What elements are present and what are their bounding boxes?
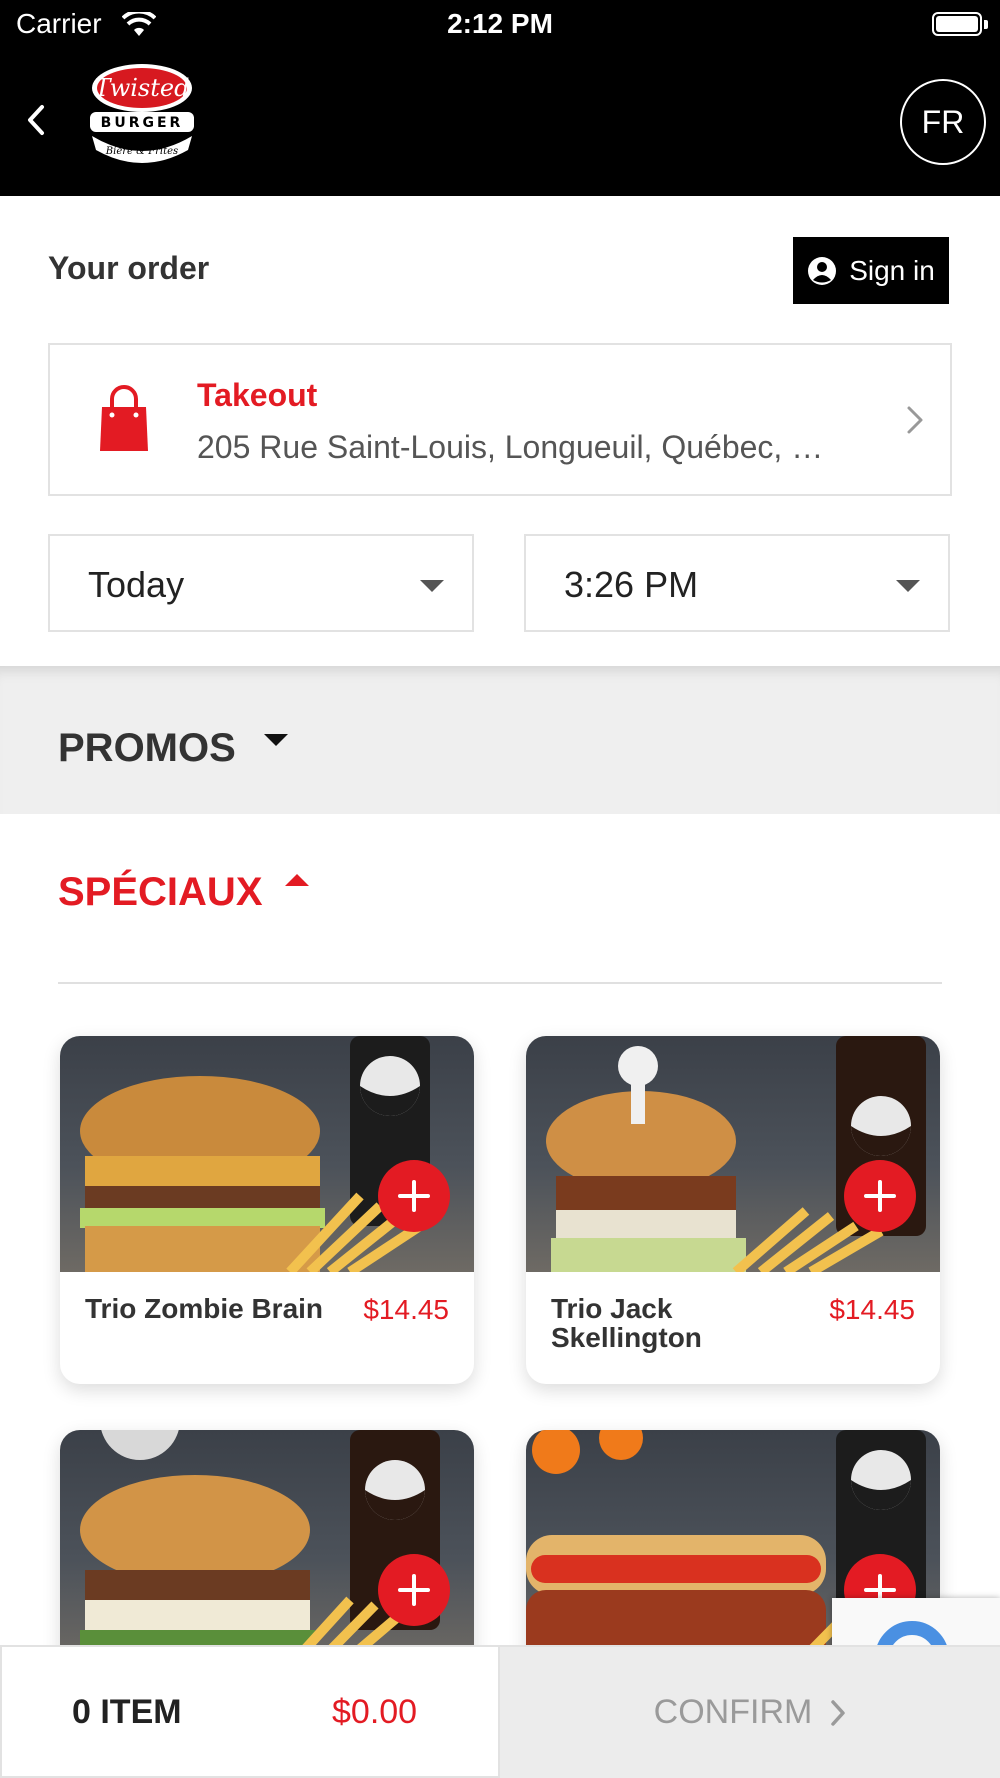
sign-in-label: Sign in	[849, 254, 935, 286]
cart-item-count: 0 ITEM	[72, 1693, 182, 1731]
section-divider	[58, 982, 942, 984]
svg-text:BURGER: BURGER	[101, 115, 184, 131]
burger-photo	[80, 1430, 440, 1666]
plus-icon	[398, 1180, 430, 1212]
product-price: $14.45	[363, 1294, 449, 1325]
product-image	[526, 1036, 940, 1272]
burger-photo	[80, 1036, 430, 1272]
product-image	[60, 1430, 474, 1666]
svg-text:Bière & Frites: Bière & Frites	[105, 146, 178, 157]
time-select-value: 3:26 PM	[564, 564, 699, 605]
plus-icon	[864, 1180, 896, 1212]
chevron-left-icon	[28, 105, 44, 135]
confirm-button[interactable]: CONFIRM	[500, 1645, 1000, 1778]
category-speciaux[interactable]: SPÉCIAUX	[0, 814, 1000, 984]
account-icon	[808, 256, 837, 285]
caret-down-icon	[896, 580, 920, 592]
language-toggle-button[interactable]: FR	[900, 79, 986, 165]
shopping-bag-icon	[100, 385, 148, 451]
battery-icon	[932, 12, 982, 36]
category-speciaux-label: SPÉCIAUX	[58, 870, 263, 914]
product-name: Trio Jack Skellington	[551, 1293, 702, 1353]
status-time: 2:12 PM	[447, 8, 553, 39]
svg-text:Twisted: Twisted	[95, 74, 190, 102]
product-card[interactable]: Trio Jack Skellington $14.45	[526, 1036, 940, 1384]
confirm-label: CONFIRM	[653, 1693, 813, 1731]
cart-total: $0.00	[332, 1693, 418, 1731]
order-section: Your order Sign in Takeout 205 Rue Saint…	[0, 196, 1000, 666]
status-bar: Carrier 2:12 PM	[0, 0, 1000, 50]
store-address: 205 Rue Saint-Louis, Longueuil, Québec, …	[197, 429, 837, 465]
back-button[interactable]	[14, 98, 58, 142]
category-promos-label: PROMOS	[58, 726, 236, 770]
caret-up-icon	[285, 874, 309, 886]
day-select-value: Today	[88, 564, 185, 605]
takeout-location-card[interactable]: Takeout 205 Rue Saint-Louis, Longueuil, …	[48, 343, 952, 496]
bottom-bar: 0 ITEM $0.00 CONFIRM	[0, 1645, 1000, 1778]
caret-down-icon	[420, 580, 444, 592]
product-image	[60, 1036, 474, 1272]
category-promos[interactable]: PROMOS	[0, 666, 1000, 814]
day-select[interactable]: Today	[48, 534, 474, 632]
cart-summary[interactable]: 0 ITEM $0.00	[0, 1645, 500, 1778]
plus-icon	[398, 1574, 430, 1606]
product-name: Trio Zombie Brain	[85, 1293, 324, 1324]
add-to-cart-button[interactable]	[378, 1160, 450, 1232]
product-card[interactable]: Trio Zombie Brain $14.45	[60, 1036, 474, 1384]
add-to-cart-button[interactable]	[378, 1554, 450, 1626]
order-mode-label: Takeout	[197, 377, 318, 413]
chevron-right-icon	[831, 1699, 846, 1726]
chevron-right-icon	[907, 406, 923, 434]
order-title: Your order	[48, 250, 210, 286]
time-select[interactable]: 3:26 PM	[524, 534, 950, 632]
add-to-cart-button[interactable]	[844, 1160, 916, 1232]
burger-photo	[546, 1036, 926, 1272]
sign-in-button[interactable]: Sign in	[793, 237, 949, 304]
caret-down-icon	[264, 734, 288, 746]
product-price: $14.45	[829, 1294, 915, 1325]
app-header: Twisted BURGER Bière & Frites FR	[0, 50, 1000, 196]
battery-tip	[984, 20, 988, 29]
twisted-burger-logo: Twisted BURGER Bière & Frites	[90, 64, 194, 163]
